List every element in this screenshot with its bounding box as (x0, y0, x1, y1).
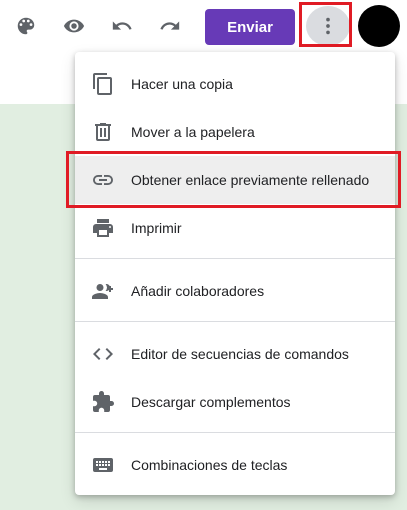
highlight-box-prefilled-link (66, 151, 401, 208)
menu-item-print[interactable]: Imprimir (75, 204, 395, 252)
menu-item-get-addons[interactable]: Descargar complementos (75, 378, 395, 426)
menu-item-move-to-trash[interactable]: Mover a la papelera (75, 108, 395, 156)
divider (75, 321, 395, 322)
trash-icon (91, 120, 115, 144)
copy-icon (91, 72, 115, 96)
code-icon (91, 342, 115, 366)
menu-item-label: Añadir colaboradores (131, 283, 265, 299)
puzzle-icon (91, 390, 115, 414)
divider (75, 258, 395, 259)
divider (75, 432, 395, 433)
menu-item-label: Descargar complementos (131, 394, 291, 410)
menu-item-label: Editor de secuencias de comandos (131, 346, 349, 362)
highlight-box-more (299, 2, 352, 47)
keyboard-icon (91, 453, 115, 477)
menu-item-script-editor[interactable]: Editor de secuencias de comandos (75, 330, 395, 378)
menu-item-label: Mover a la papelera (131, 124, 255, 140)
menu-item-label: Imprimir (131, 220, 182, 236)
top-toolbar: Enviar (0, 0, 407, 56)
avatar[interactable] (358, 5, 400, 47)
redo-icon[interactable] (154, 10, 186, 42)
menu-item-make-copy[interactable]: Hacer una copia (75, 60, 395, 108)
undo-icon[interactable] (106, 10, 138, 42)
send-button[interactable]: Enviar (205, 9, 295, 45)
eye-icon[interactable] (58, 10, 90, 42)
menu-item-label: Combinaciones de teclas (131, 457, 288, 473)
more-options-menu: Hacer una copia Mover a la papelera Obte… (75, 52, 395, 495)
add-people-icon (91, 279, 115, 303)
menu-item-keyboard-shortcuts[interactable]: Combinaciones de teclas (75, 441, 395, 489)
print-icon (91, 216, 115, 240)
menu-item-label: Hacer una copia (131, 76, 233, 92)
palette-icon[interactable] (10, 10, 42, 42)
menu-item-add-collaborators[interactable]: Añadir colaboradores (75, 267, 395, 315)
